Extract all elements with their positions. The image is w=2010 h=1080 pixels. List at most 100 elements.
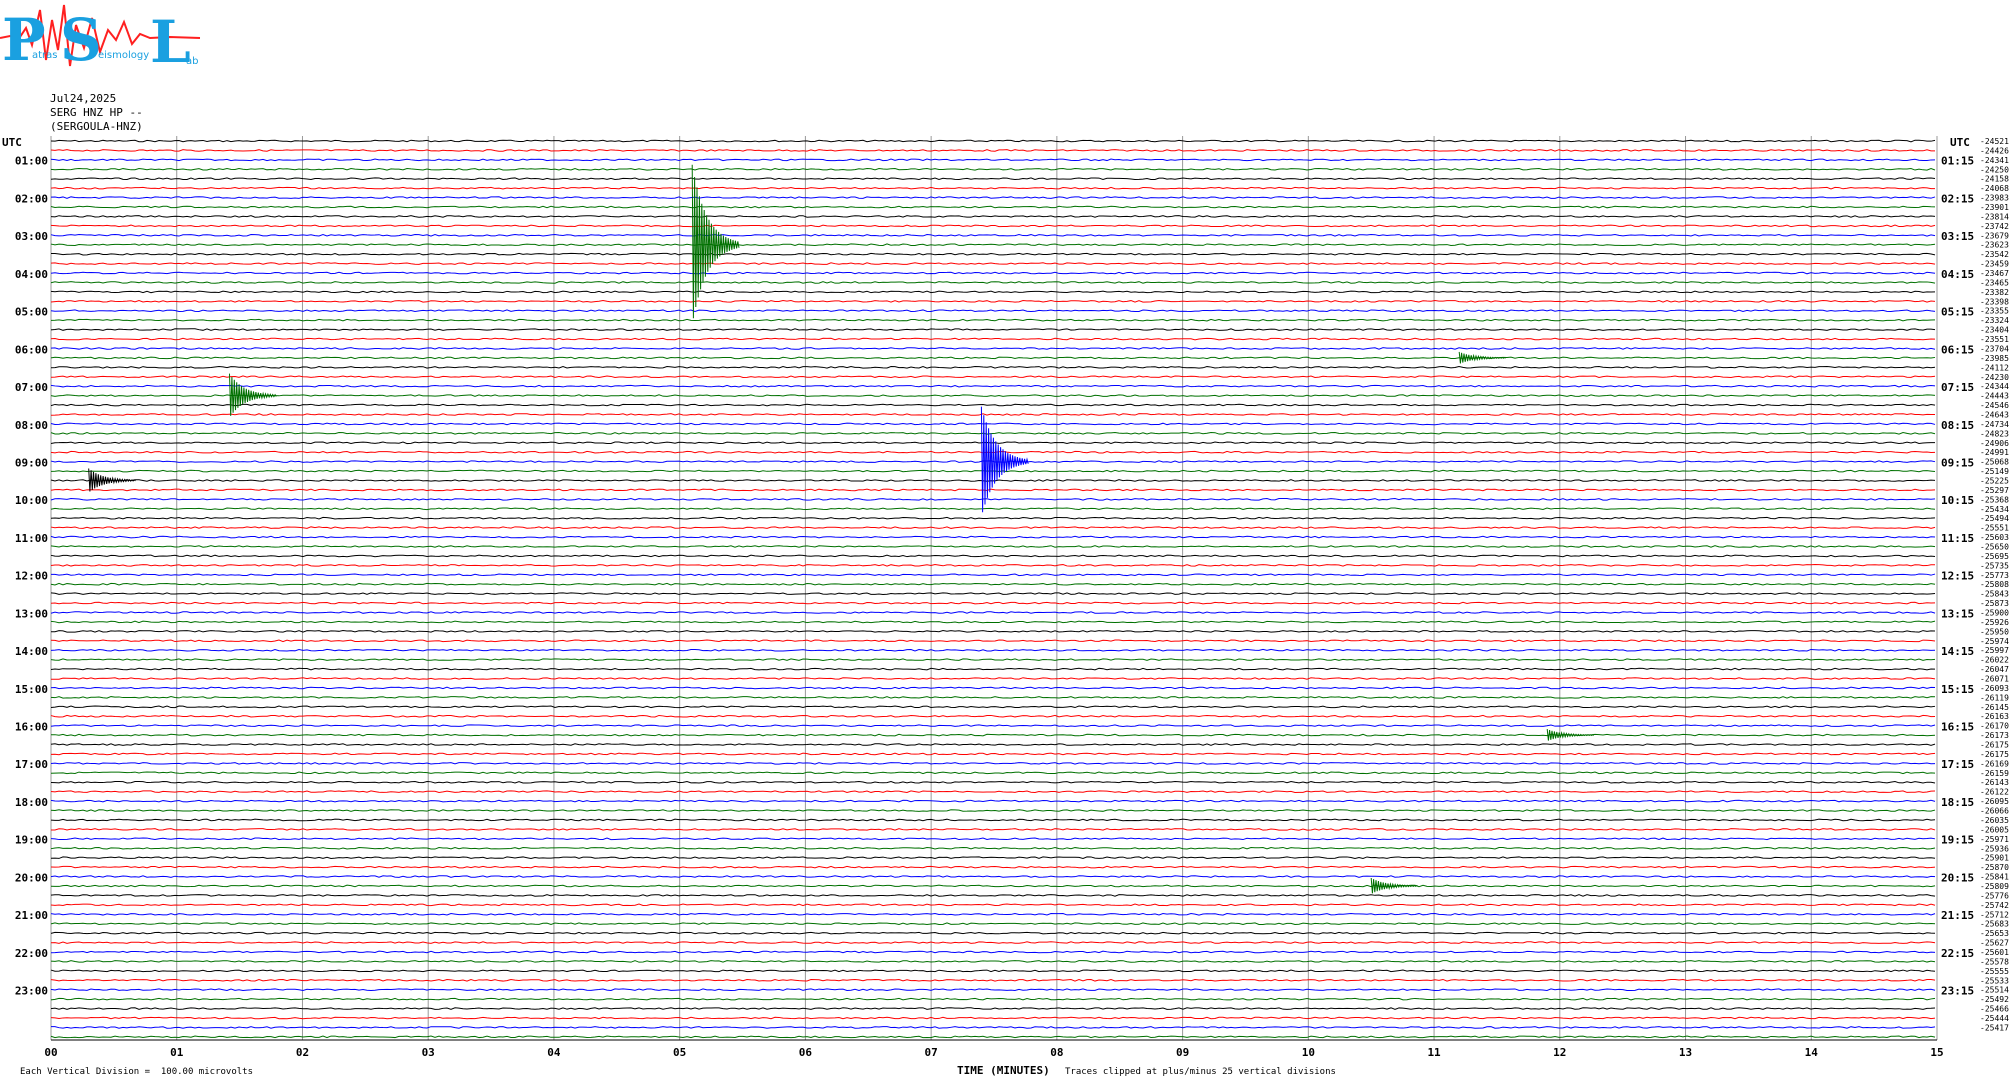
right-hour-label: 03:15: [1941, 230, 1974, 243]
trace-row: [50, 573, 1936, 577]
trace-row: [50, 931, 1936, 935]
footer-clip-note: Traces clipped at plus/minus 25 vertical…: [1065, 1067, 1336, 1077]
trace-row: [50, 818, 1936, 822]
left-hour-label: 05:00: [15, 306, 48, 319]
right-hour-label: 23:15: [1941, 985, 1974, 998]
right-offset-value: -26093: [1980, 684, 2009, 693]
event-burst: [229, 373, 277, 416]
right-offset-value: -23459: [1980, 260, 2009, 269]
left-hour-labels: 01:00 02:00 03:00 04:00 05:00 06:00 07:00 08:00…: [15, 155, 48, 998]
trace-row: [50, 997, 1936, 1001]
right-offset-value: -25870: [1980, 863, 2009, 872]
right-hour-label: 15:15: [1941, 683, 1974, 696]
x-axis-title: TIME (MINUTES): [957, 1064, 1050, 1077]
right-hour-labels: 01:15 02:15 03:15 04:15 05:15 06:15 07:15 08:15…: [1941, 155, 1974, 998]
trace-row: [50, 630, 1936, 633]
logo-graphic: P S L atras eismology ab: [0, 4, 201, 76]
x-tick-label: 11: [1427, 1046, 1441, 1059]
left-hour-label: 03:00: [15, 230, 48, 243]
helicorder-plot: 00 01 02 03 04 05 06 07 08 09 10 11 12 13 14 15 01:00 02…: [15, 136, 2009, 1059]
x-tick-label: 12: [1553, 1046, 1566, 1059]
right-offset-value: -25712: [1980, 910, 2009, 919]
right-offset-value: -23985: [1980, 354, 2009, 363]
trace-row: [50, 177, 1936, 181]
trace-row: [50, 347, 1936, 350]
trace-row: [50, 271, 1936, 275]
x-tick-label: 03: [422, 1046, 435, 1059]
event-burst: [980, 406, 1029, 513]
right-offset-value: -26071: [1980, 675, 2009, 684]
trace-row: [50, 988, 1936, 992]
x-tick-label: 04: [547, 1046, 561, 1059]
right-offset-value: -23355: [1980, 307, 2009, 316]
trace-row: [50, 281, 1936, 284]
trace-row: [50, 592, 1936, 595]
trace-row: [50, 233, 1936, 237]
right-offset-value: -26095: [1980, 797, 2009, 806]
right-offset-value: -25225: [1980, 476, 2009, 485]
right-offset-value: -26173: [1980, 731, 2009, 740]
right-hour-label: 17:15: [1941, 758, 1974, 771]
trace-row: [50, 337, 1936, 341]
left-hour-label: 17:00: [15, 758, 48, 771]
right-hour-label: 10:15: [1941, 494, 1974, 507]
left-hour-label: 12:00: [15, 570, 48, 583]
right-offset-values: -24521-24426-24341-24250-24158-24068-239…: [1980, 137, 2009, 1032]
trace-row: [50, 696, 1936, 699]
right-offset-value: -26169: [1980, 759, 2009, 768]
left-hour-label: 08:00: [15, 419, 48, 432]
left-hour-label: 22:00: [15, 947, 48, 960]
right-offset-value: -24906: [1980, 439, 2009, 448]
trace-row: [50, 677, 1936, 680]
trace-row: [50, 545, 1936, 548]
right-offset-value: -25901: [1980, 854, 2009, 863]
trace-row: [50, 403, 1936, 407]
right-offset-value: -25514: [1980, 986, 2009, 995]
right-offset-value: -24344: [1980, 382, 2009, 391]
left-hour-label: 23:00: [15, 985, 48, 998]
left-hour-label: 10:00: [15, 494, 48, 507]
trace-row: [50, 554, 1936, 558]
trace-row: [50, 215, 1936, 218]
trace-row: [50, 1016, 1936, 1020]
right-offset-value: -25950: [1980, 627, 2009, 636]
left-hour-label: 04:00: [15, 268, 48, 281]
trace-row: [50, 724, 1936, 727]
right-offset-value: -25068: [1980, 458, 2009, 467]
header-date: Jul24,2025: [50, 92, 117, 105]
x-tick-label: 10: [1302, 1046, 1315, 1059]
trace-row: [50, 158, 1936, 162]
right-offset-value: -25627: [1980, 939, 2009, 948]
right-offset-value: -25873: [1980, 599, 2009, 608]
right-offset-value: -24643: [1980, 410, 2009, 419]
right-offset-value: -25466: [1980, 1005, 2009, 1014]
x-tick-label: 13: [1679, 1046, 1692, 1059]
right-offset-value: -23679: [1980, 231, 2009, 240]
trace-row: [50, 658, 1936, 661]
right-offset-value: -25444: [1980, 1014, 2009, 1023]
right-offset-value: -25809: [1980, 882, 2009, 891]
trace-row: [50, 479, 1936, 482]
right-offset-value: -26163: [1980, 712, 2009, 721]
right-offset-value: -25555: [1980, 967, 2009, 976]
trace-row: [50, 686, 1936, 690]
right-offset-value: -24230: [1980, 373, 2009, 382]
right-offset-value: -26159: [1980, 769, 2009, 778]
right-hour-label: 20:15: [1941, 871, 1974, 884]
trace-row: [50, 799, 1936, 803]
trace-row: [50, 922, 1936, 926]
trace-row: [50, 432, 1936, 435]
right-hour-label: 01:15: [1941, 155, 1974, 168]
right-offset-value: -26066: [1980, 807, 2009, 816]
trace-row: [50, 394, 1936, 397]
logo-letter-s: S: [60, 6, 102, 72]
trace-row: [50, 941, 1936, 944]
left-hour-label: 02:00: [15, 192, 48, 205]
trace-row: [50, 356, 1936, 360]
right-offset-value: -25494: [1980, 514, 2009, 523]
right-offset-value: -23704: [1980, 344, 2009, 353]
right-offset-value: -26175: [1980, 741, 2009, 750]
trace-row: [50, 262, 1936, 265]
right-offset-value: -24250: [1980, 165, 2009, 174]
right-offset-value: -24158: [1980, 175, 2009, 184]
